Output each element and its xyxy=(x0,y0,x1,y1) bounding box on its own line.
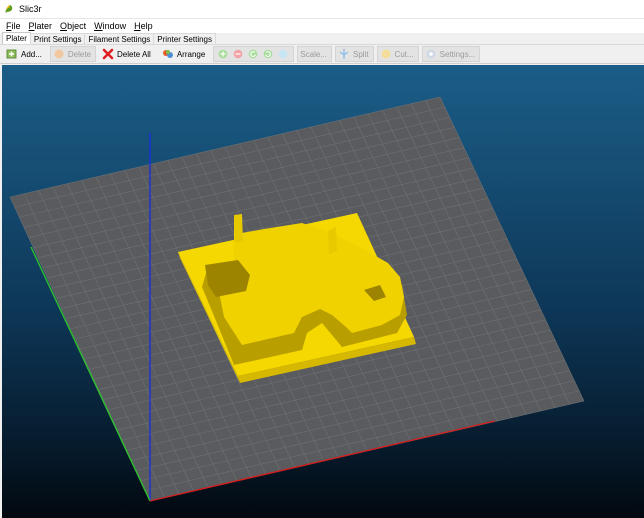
cut-button[interactable]: Cut... xyxy=(376,46,419,62)
tab-print-settings[interactable]: Print Settings xyxy=(29,33,86,44)
3d-plater-viewport[interactable] xyxy=(2,65,644,518)
menu-plater[interactable]: Plater xyxy=(25,19,57,33)
plus-circle-icon xyxy=(218,49,228,59)
menu-window[interactable]: Window xyxy=(90,19,130,33)
minus-circle-icon xyxy=(233,49,243,59)
add-icon xyxy=(6,49,17,59)
rotate-increase-decrease-group xyxy=(213,46,295,62)
tab-filament-settings[interactable]: Filament Settings xyxy=(84,33,155,44)
rotate-right-button[interactable] xyxy=(261,46,275,62)
arrange-button[interactable]: Arrange xyxy=(159,46,210,62)
plater-scene[interactable] xyxy=(2,65,644,518)
menu-help[interactable]: Help xyxy=(130,19,157,33)
increase-instances-button[interactable] xyxy=(216,46,230,62)
split-icon xyxy=(339,49,349,59)
tab-printer-settings[interactable]: Printer Settings xyxy=(153,33,216,44)
rotate-left-button[interactable] xyxy=(246,46,260,62)
rotate-free-button[interactable] xyxy=(276,46,290,62)
menu-bar: File Plater Object Window Help xyxy=(0,19,644,33)
delete-button[interactable]: Delete xyxy=(49,46,97,62)
settings-icon xyxy=(426,49,436,59)
arrange-icon xyxy=(162,50,173,58)
tab-plater[interactable]: Plater xyxy=(2,32,31,44)
red-x-icon xyxy=(102,48,114,60)
plater-toolbar: Add... Delete Delete All Arrange Scale..… xyxy=(0,45,644,64)
menu-file[interactable]: File xyxy=(2,19,25,33)
add-button[interactable]: Add... xyxy=(3,46,47,62)
model-fin-2 xyxy=(328,227,337,254)
menu-object[interactable]: Object xyxy=(56,19,90,33)
scale-button[interactable]: Scale... xyxy=(297,46,332,62)
tab-bar: Plater Print Settings Filament Settings … xyxy=(0,32,644,45)
rotate-icon xyxy=(278,49,288,59)
rotate-right-icon xyxy=(263,49,273,59)
delete-all-button[interactable]: Delete All xyxy=(99,46,156,62)
split-button[interactable]: Split xyxy=(334,46,374,62)
model-fin-1 xyxy=(234,214,243,243)
window-title: Slic3r xyxy=(19,4,42,14)
rotate-left-icon xyxy=(248,49,258,59)
slic3r-logo-icon xyxy=(5,4,13,13)
delete-icon xyxy=(54,49,64,59)
cut-icon xyxy=(381,49,391,59)
settings-button[interactable]: Settings... xyxy=(421,46,481,62)
title-bar: Slic3r xyxy=(0,0,644,19)
decrease-instances-button[interactable] xyxy=(231,46,245,62)
